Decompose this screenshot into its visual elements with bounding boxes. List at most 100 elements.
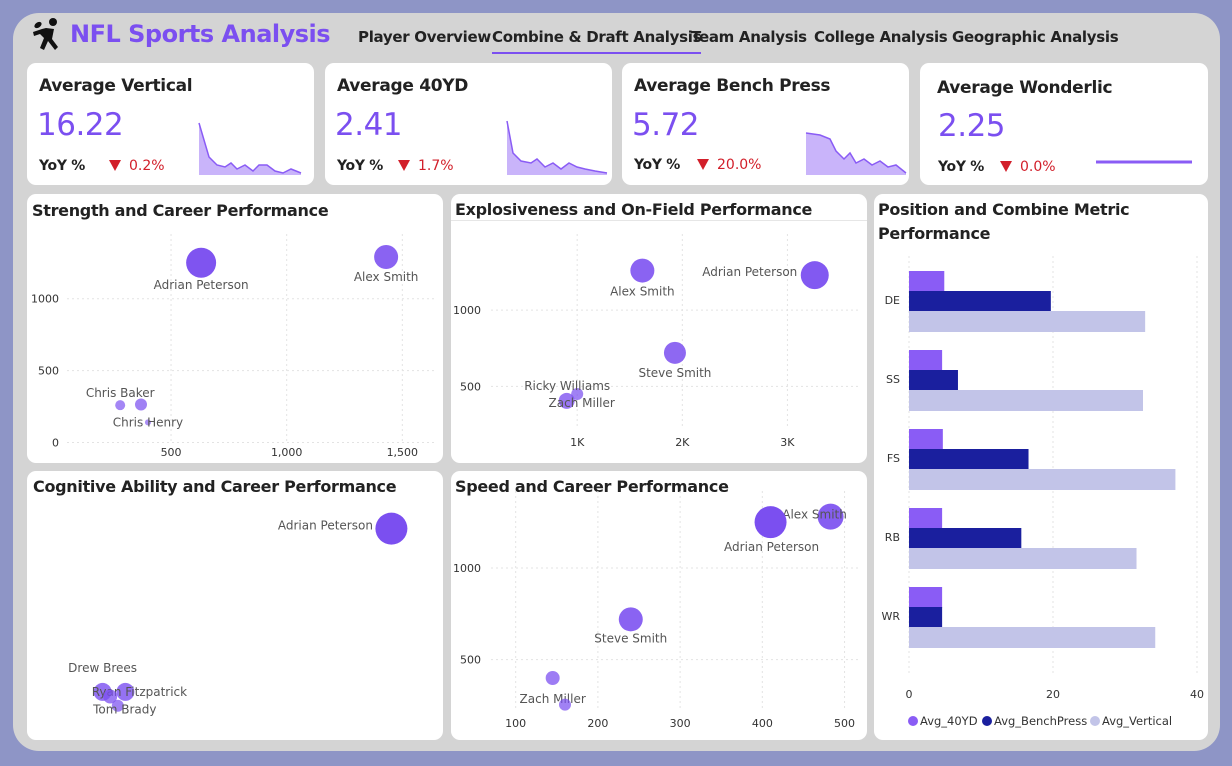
data-point-label: Steve Smith [594,631,667,645]
cognitive-scatter-chart[interactable]: Adrian PetersonDrew BreesRyan Fitzpatric… [27,471,443,740]
down-triangle-icon [1000,161,1012,172]
kpi-card-40yd[interactable]: Average 40YD 2.41 YoY % 1.7% [325,63,612,185]
tab-team-analysis[interactable]: Team Analysis [691,28,807,46]
football-player-icon [33,18,58,50]
speed-career-panel[interactable]: Speed and Career Performance 100 200 300 40… [451,471,867,740]
legend-marker [982,716,992,726]
data-point[interactable] [800,261,829,290]
bar-avg-40yd[interactable] [909,508,943,529]
category-label: RB [885,531,900,544]
speed-scatter-chart[interactable]: 100 200 300 400 500 500 1000 Alex Smith Adrian P… [451,471,867,740]
yoy-delta-value: 1.7% [418,158,454,174]
bar-avg-benchpress[interactable] [909,291,1051,312]
y-tick-label: 1000 [31,293,59,306]
y-tick-label: 500 [460,380,481,393]
bar-avg-vertical[interactable] [909,548,1137,569]
yoy-delta: 1.7% [398,158,454,174]
x-tick-label: 200 [587,717,608,730]
x-tick-label: 0 [906,688,913,701]
data-point[interactable] [135,398,147,411]
data-point-label: Ricky Williams [524,379,610,393]
data-point[interactable] [559,698,571,711]
legend-marker [1090,716,1100,726]
category-label: WR [881,610,900,623]
yoy-delta: 0.0% [1000,159,1056,175]
data-point[interactable] [115,400,126,411]
x-tick-label: 100 [505,717,526,730]
tab-player-overview[interactable]: Player Overview [358,28,491,46]
category-label: DE [885,294,900,307]
yoy-label: YoY % [634,157,681,173]
data-point-label: Adrian Peterson [154,278,249,292]
bar-avg-benchpress[interactable] [909,528,1022,549]
bar-avg-vertical[interactable] [909,311,1146,332]
explosiveness-scatter-chart[interactable]: 1K 2K 3K 500 1000 Alex Smith Adrian Peterson St… [451,194,867,463]
data-point[interactable] [545,671,560,685]
bar-avg-40yd[interactable] [909,587,943,608]
x-tick-label: 1,000 [271,446,303,459]
data-point-label: Alex Smith [610,285,675,299]
explosiveness-panel[interactable]: Explosiveness and On-Field Performance 1… [451,194,867,463]
data-point[interactable] [754,506,787,539]
position-bar-chart[interactable]: 0 20 40 DE SS FS RB WR Avg_40YD Avg_BenchPress Avg… [874,194,1208,740]
category-label: SS [886,373,900,386]
cognitive-career-panel[interactable]: Cognitive Ability and Career Performance… [27,471,443,740]
bar-avg-vertical[interactable] [909,627,1156,648]
down-triangle-icon [697,159,709,170]
data-point-label: Adrian Peterson [278,519,373,533]
legend-label: Avg_Vertical [1102,714,1172,728]
kpi-title: Average 40YD [337,76,469,96]
data-point[interactable] [618,607,643,632]
kpi-card-wonderlic[interactable]: Average Wonderlic 2.25 YoY % 0.0% [920,63,1208,185]
bar-avg-benchpress[interactable] [909,370,958,391]
kpi-value: 16.22 [37,107,124,143]
x-tick-label: 2K [675,436,690,449]
x-tick-label: 1K [570,436,585,449]
data-point[interactable] [374,245,399,270]
kpi-value: 5.72 [632,107,700,143]
y-tick-label: 500 [460,654,481,667]
data-point-label: Alex Smith [354,270,419,284]
bar-avg-benchpress[interactable] [909,449,1029,470]
app-title: NFL Sports Analysis [70,20,331,48]
kpi-card-bench-press[interactable]: Average Bench Press 5.72 YoY % 20.0% [622,63,909,185]
legend-marker [908,716,918,726]
kpi-value: 2.25 [938,108,1006,144]
kpi-title: Average Vertical [39,76,193,96]
y-tick-label: 500 [38,365,59,378]
category-label: FS [887,452,900,465]
data-point[interactable] [663,341,686,364]
y-tick-label: 0 [52,437,59,450]
kpi-title: Average Wonderlic [937,78,1113,98]
x-tick-label: 500 [161,446,182,459]
data-point-label: Adrian Peterson [724,540,819,554]
bar-avg-benchpress[interactable] [909,607,943,628]
x-tick-label: 40 [1190,688,1204,701]
sparkline [198,122,302,175]
x-tick-label: 1,500 [387,446,419,459]
y-tick-label: 1000 [453,304,481,317]
data-point-label: Alex Smith [782,508,847,522]
strength-scatter-chart[interactable]: 500 1,000 1,500 0 500 1000 Adrian Peterson Alex… [27,194,443,463]
yoy-delta-value: 0.0% [1020,159,1056,175]
x-tick-label: 300 [670,717,691,730]
data-point[interactable] [186,247,217,278]
kpi-card-vertical[interactable]: Average Vertical 16.22 YoY % 0.2% [27,63,314,185]
sparkline [805,132,907,175]
bar-avg-vertical[interactable] [909,469,1176,490]
bar-avg-40yd[interactable] [909,271,945,292]
legend-label: Avg_40YD [920,714,978,728]
yoy-delta: 0.2% [109,158,165,174]
bar-avg-40yd[interactable] [909,350,943,371]
tab-geographic-analysis[interactable]: Geographic Analysis [952,28,1119,46]
bar-avg-vertical[interactable] [909,390,1143,411]
strength-career-panel[interactable]: Strength and Career Performance 500 1,000… [27,194,443,463]
data-point[interactable] [375,512,408,545]
bar-avg-40yd[interactable] [909,429,943,450]
down-triangle-icon [398,160,410,171]
y-tick-label: 1000 [453,562,481,575]
tab-college-analysis[interactable]: College Analysis [814,28,948,46]
position-metric-panel[interactable]: Position and Combine Metric Performance … [874,194,1208,740]
tab-combine-draft-analysis[interactable]: Combine & Draft Analysis [492,28,702,54]
data-point[interactable] [630,258,655,283]
